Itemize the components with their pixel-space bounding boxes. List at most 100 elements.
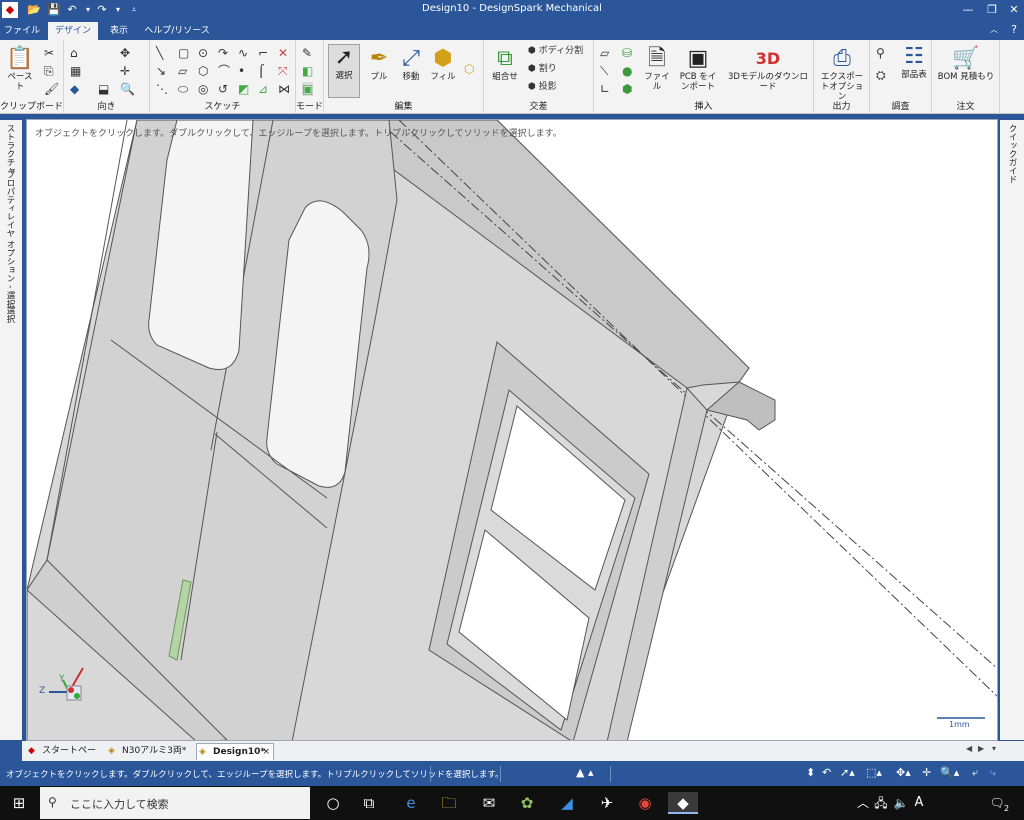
doc-tab-start-page[interactable]: ◆ スタートページ	[26, 743, 102, 773]
tab-view[interactable]: 表示	[104, 22, 134, 40]
minimize-button[interactable]: —	[956, 0, 980, 20]
cut-icon[interactable]: ✂	[44, 46, 54, 60]
app-icon[interactable]: ✿	[512, 792, 542, 814]
sketch-mode-icon[interactable]: ✎	[302, 46, 312, 60]
restore-button[interactable]: ❐	[980, 0, 1004, 20]
point-icon[interactable]: •	[238, 64, 245, 78]
zoom-extents-icon[interactable]: ⬓	[98, 82, 109, 96]
plane-icon[interactable]: ▱	[600, 46, 609, 60]
zoom-view-icon[interactable]: 🔍▴	[940, 766, 959, 779]
tab-scroll-left-icon[interactable]: ◀	[966, 744, 972, 753]
three-point-circle-icon[interactable]: ◎	[198, 82, 208, 96]
tab-structure[interactable]: ストラクチャ	[4, 124, 16, 175]
corner-icon[interactable]: ⌐	[258, 46, 268, 60]
tab-design[interactable]: デザイン	[48, 22, 98, 40]
rotate-view-icon[interactable]: ⬍	[806, 766, 815, 779]
pcb-import-button[interactable]: ▣ PCB をインポート	[676, 46, 720, 92]
tangent-line-icon[interactable]: ↘	[156, 64, 166, 78]
project-button[interactable]: ⬢ 投影	[528, 80, 557, 94]
mirror-icon[interactable]: ⋈	[278, 82, 290, 96]
close-tab-icon[interactable]: ×	[262, 744, 270, 761]
next-view-icon[interactable]: ⤷	[990, 766, 996, 780]
format-painter-icon[interactable]: 🖌	[44, 82, 59, 96]
help-icon[interactable]: ?	[1002, 20, 1024, 40]
task-view-icon[interactable]: ⧉	[354, 792, 384, 814]
download-3d-button[interactable]: 3D 3Dモデルのダウンロード	[724, 46, 812, 92]
plan-view-icon[interactable]: ▦	[70, 64, 81, 78]
face-curve-icon[interactable]: ◩	[238, 82, 249, 96]
close-button[interactable]: ✕	[1002, 0, 1024, 20]
axis-icon[interactable]: ⟍	[600, 64, 608, 78]
sweep-arc-icon[interactable]: ↺	[218, 82, 228, 96]
rectangle-icon[interactable]: ▢	[178, 46, 189, 60]
bom-quote-button[interactable]: 🛒 BOM 見積もり	[936, 46, 996, 82]
doc-tab-design10[interactable]: ◈ Design10* ×	[196, 743, 274, 760]
tab-select[interactable]: 選択	[4, 306, 16, 323]
circle-icon[interactable]: ⊙	[198, 46, 208, 60]
windows-start-icon[interactable]: ⊞	[4, 792, 34, 814]
view-cube-icon[interactable]: ◆	[70, 82, 79, 96]
spin-view-icon[interactable]: ✥▴	[896, 766, 911, 779]
ellipse-icon[interactable]: ⬭	[178, 82, 188, 96]
select-mode-icon[interactable]: ➚▴	[840, 766, 855, 779]
insert-file-button[interactable]: 🗎 ファイル	[642, 46, 672, 92]
shell-icon[interactable]: ⬢	[622, 82, 632, 96]
undo-view-icon[interactable]: ↶	[822, 766, 831, 779]
model-canvas[interactable]	[27, 120, 998, 741]
projection-icon[interactable]: ⊿	[258, 82, 268, 96]
tab-properties[interactable]: プロパティ	[4, 170, 16, 213]
fill-button[interactable]: ⬢ フィル	[428, 46, 458, 82]
split-button[interactable]: ⬢ 割り	[528, 62, 557, 76]
chrome-icon[interactable]: ◉	[630, 792, 660, 814]
selection-filter-icon[interactable]: ▲ ▴	[576, 766, 593, 779]
export-options-button[interactable]: ⎙ エクスポートオプション	[818, 46, 866, 102]
combine-button[interactable]: ⧉ 組合せ	[488, 46, 522, 82]
sphere-icon[interactable]: ●	[622, 64, 632, 78]
blend-icon[interactable]: ⬡	[464, 62, 474, 76]
origin-icon[interactable]: ∟	[600, 82, 610, 96]
polygon-icon[interactable]: ⬡	[198, 64, 208, 78]
box-select-icon[interactable]: ⬚▴	[866, 766, 882, 779]
trim-icon[interactable]: ✕	[278, 46, 288, 60]
offset-icon[interactable]: ⌠	[258, 64, 264, 78]
spin-icon[interactable]: ✥	[120, 46, 130, 60]
bom-button[interactable]: ☷ 部品表	[898, 44, 930, 80]
previous-view-icon[interactable]: ⤶	[972, 766, 978, 780]
pull-button[interactable]: ✒ プル	[364, 46, 394, 82]
line-icon[interactable]: ╲	[156, 46, 163, 60]
cylinder-icon[interactable]: ⛁	[622, 46, 632, 60]
edge-browser-icon[interactable]: e	[396, 792, 426, 814]
3d-viewport[interactable]: オブジェクトをクリックします。ダブルクリックして、エッジループを選択します。トリ…	[26, 119, 998, 741]
doc-tab-n30[interactable]: ◈ N30アルミ3両*	[106, 743, 194, 760]
ime-indicator[interactable]: A	[904, 792, 934, 814]
mass-icon[interactable]: ⛭	[876, 68, 886, 82]
tab-scroll-right-icon[interactable]: ▶	[978, 744, 984, 753]
select-button[interactable]: ➚ 選択	[328, 44, 360, 98]
file-explorer-icon[interactable]: 🗀	[434, 792, 464, 814]
3d-mode-icon[interactable]: ▣	[302, 82, 314, 96]
extend-icon[interactable]: ⤧	[278, 64, 288, 78]
section-mode-icon[interactable]: ◧	[302, 64, 313, 78]
three-point-arc-icon[interactable]: ⌒	[218, 64, 230, 78]
tab-list-icon[interactable]: ▾	[992, 744, 996, 753]
mail-icon[interactable]: ✉	[474, 792, 504, 814]
pan-view-icon[interactable]: ✛	[922, 766, 931, 779]
tab-layers[interactable]: レイヤ	[4, 212, 16, 238]
home-view-icon[interactable]: ⌂	[70, 46, 78, 60]
copy-icon[interactable]: ⎘	[44, 64, 54, 78]
app-icon[interactable]: ✈	[592, 792, 622, 814]
zoom-icon[interactable]: 🔍	[120, 82, 135, 96]
spline-icon[interactable]: ∿	[238, 46, 248, 60]
tab-help-resources[interactable]: ヘルプ/リソース	[144, 22, 210, 40]
move-button[interactable]: ⤢ 移動	[396, 46, 426, 82]
three-point-rectangle-icon[interactable]: ▱	[178, 64, 187, 78]
arc-tangent-icon[interactable]: ↷	[218, 46, 228, 60]
pan-icon[interactable]: ✛	[120, 64, 130, 78]
measure-icon[interactable]: ⚲	[876, 46, 885, 60]
cortana-icon[interactable]: ○	[318, 792, 348, 814]
taskbar-search-box[interactable]: ⚲ ここに入力して検索	[40, 787, 310, 819]
split-body-button[interactable]: ⬢ ボディ分割	[528, 44, 583, 58]
paste-button[interactable]: 📋 ペースト	[4, 46, 36, 92]
tab-quick-guide[interactable]: クイックガイド	[1006, 124, 1018, 184]
tab-options-select[interactable]: オプション - 選択	[4, 240, 16, 308]
